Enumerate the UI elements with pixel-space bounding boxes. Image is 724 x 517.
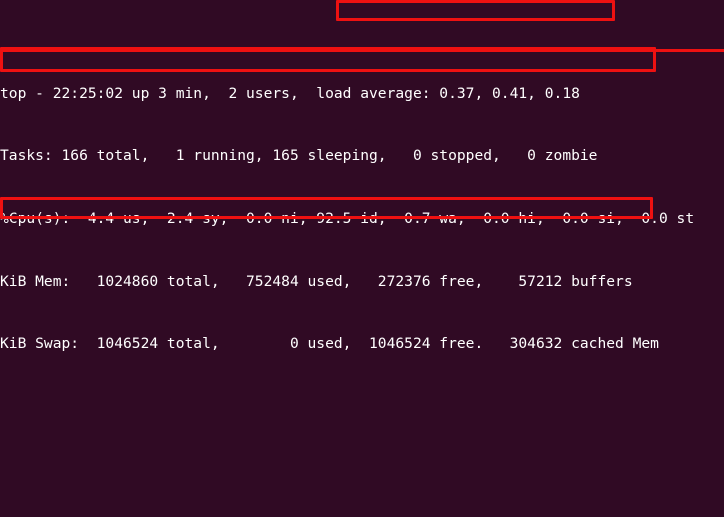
cpu-text: %Cpu(s): 4.4 us, 2.4 sy, 0.0 ni, 92.5 id… — [0, 210, 695, 228]
summary-uptime-line: top - 22:25:02 up 3 min, 2 users, load a… — [0, 84, 724, 105]
swap-text: KiB Swap: 1046524 total, 0 used, 1046524… — [0, 335, 659, 353]
summary-tasks-line: Tasks: 166 total, 1 running, 165 sleepin… — [0, 146, 724, 167]
top-output: top - 22:25:02 up 3 min, 2 users, load a… — [0, 0, 724, 517]
blank-separator-line — [0, 439, 724, 460]
summary-swap-line: KiB Swap: 1046524 total, 0 used, 1046524… — [0, 334, 724, 355]
summary-mem-line: KiB Mem: 1024860 total, 752484 used, 272… — [0, 272, 724, 293]
terminal-window[interactable]: top - 22:25:02 up 3 min, 2 users, load a… — [0, 0, 724, 517]
uptime-text: top - 22:25:02 up 3 min, 2 users, load a… — [0, 84, 580, 102]
tasks-text: Tasks: 166 total, 1 running, 165 sleepin… — [0, 147, 598, 165]
summary-cpu-line: %Cpu(s): 4.4 us, 2.4 sy, 0.0 ni, 92.5 id… — [0, 209, 724, 230]
mem-text: KiB Mem: 1024860 total, 752484 used, 272… — [0, 272, 633, 290]
